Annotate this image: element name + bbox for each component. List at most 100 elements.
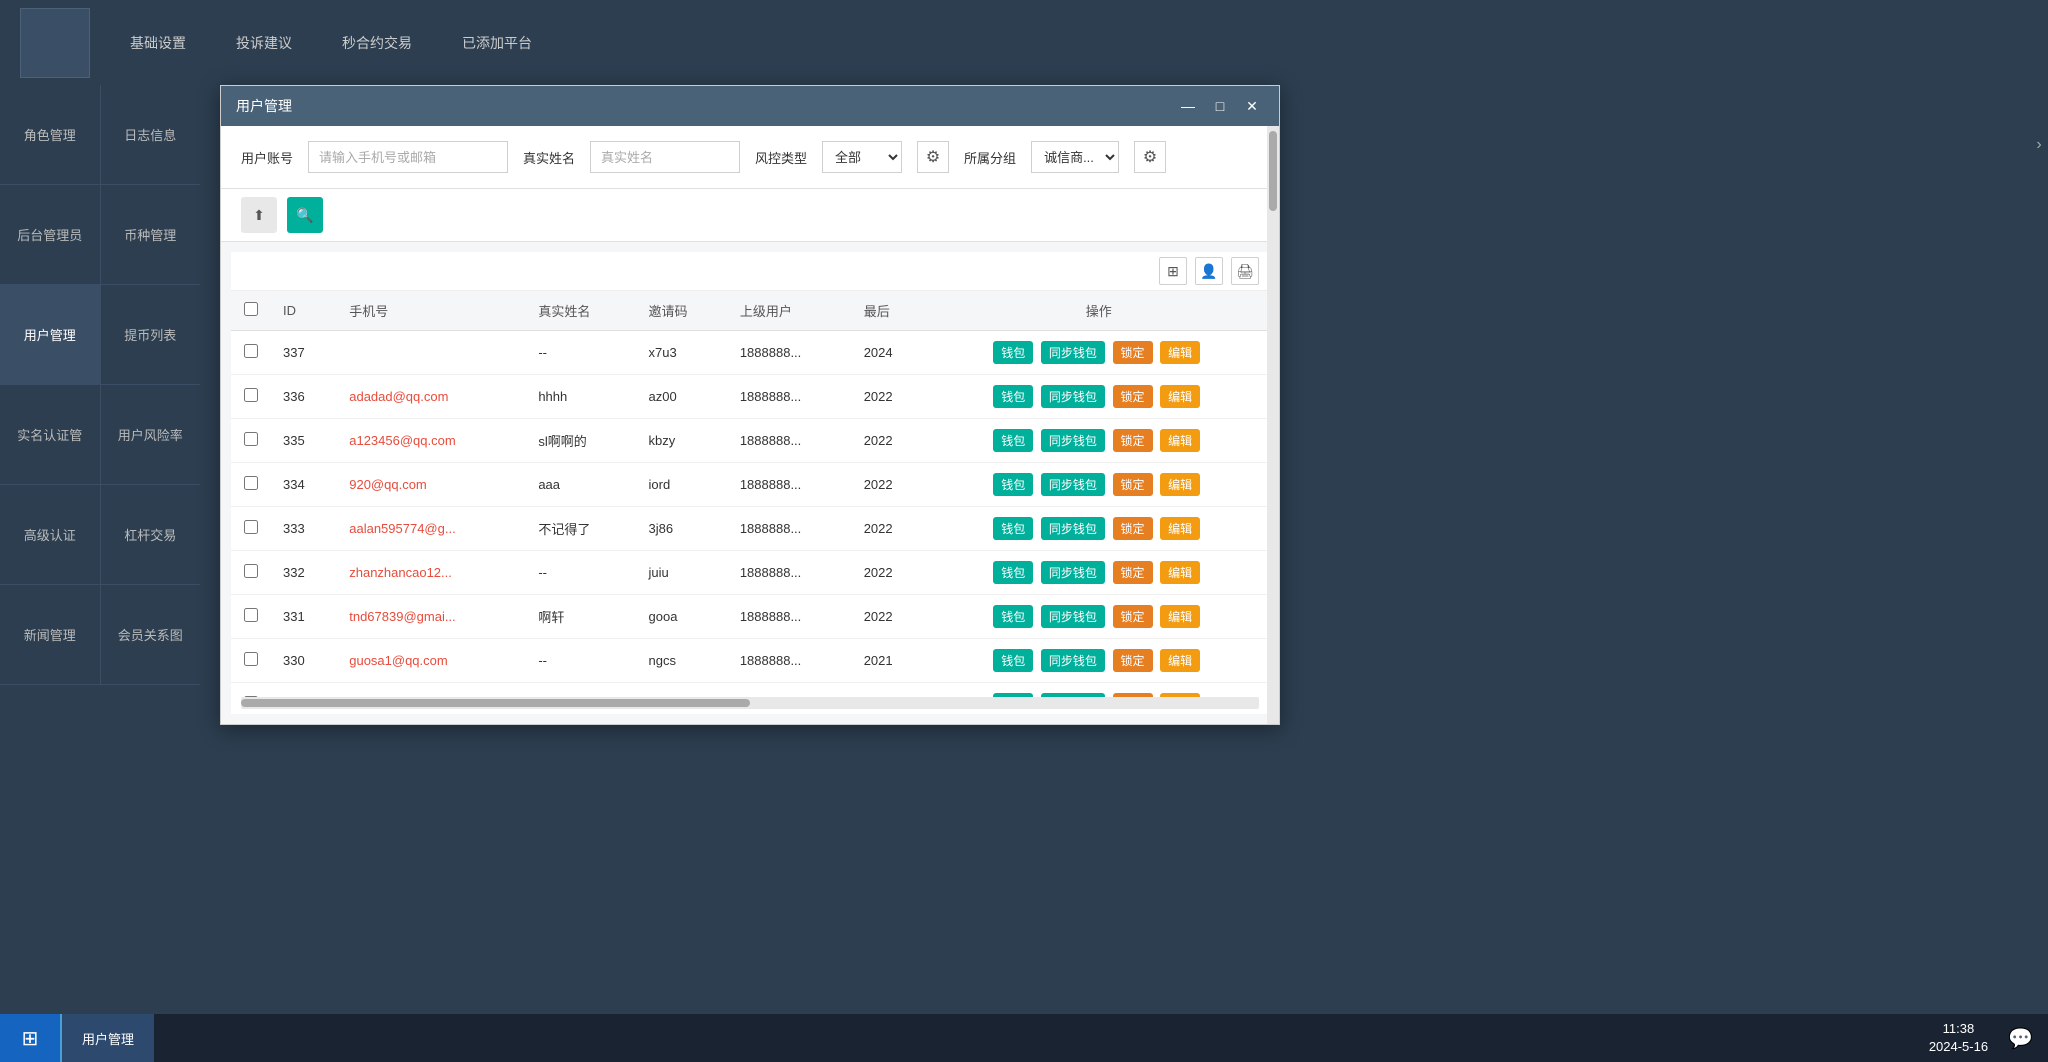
cell-id: 337: [271, 331, 337, 375]
wallet-button[interactable]: 钱包: [993, 473, 1033, 496]
vertical-scrollbar-thumb: [1269, 131, 1277, 211]
side-cell-advanced[interactable]: 高级认证: [0, 485, 101, 584]
row-checkbox[interactable]: [244, 388, 258, 402]
lock-button[interactable]: 锁定: [1113, 341, 1153, 364]
wallet-button[interactable]: 钱包: [993, 649, 1033, 672]
chat-icon[interactable]: 💬: [2008, 1026, 2048, 1051]
cell-invite: iord: [637, 463, 728, 507]
side-cell-risk[interactable]: 用户风险率: [101, 385, 201, 484]
edit-button[interactable]: 编辑: [1160, 561, 1200, 584]
cell-ops: 钱包 同步钱包 锁定 编辑: [928, 507, 1269, 551]
wallet-button[interactable]: 钱包: [993, 341, 1033, 364]
risk-type-gear[interactable]: ⚙: [917, 141, 949, 173]
wallet-button[interactable]: 钱包: [993, 385, 1033, 408]
edit-button[interactable]: 编辑: [1160, 605, 1200, 628]
account-input[interactable]: [308, 141, 508, 173]
grid-view-button[interactable]: ⊞: [1159, 257, 1187, 285]
menu-item-second[interactable]: 秒合约交易: [332, 28, 422, 58]
wallet-button[interactable]: 钱包: [993, 517, 1033, 540]
risk-type-select[interactable]: 全部: [822, 141, 902, 173]
lock-button[interactable]: 锁定: [1113, 649, 1153, 672]
realname-input[interactable]: [590, 141, 740, 173]
minimize-button[interactable]: —: [1176, 94, 1200, 118]
edit-button[interactable]: 编辑: [1160, 385, 1200, 408]
select-all-checkbox[interactable]: [244, 302, 258, 316]
edit-button[interactable]: 编辑: [1160, 473, 1200, 496]
lock-button[interactable]: 锁定: [1113, 429, 1153, 452]
group-select[interactable]: 诚信商...: [1031, 141, 1119, 173]
cell-phone: tnd67839@gmai...: [337, 595, 526, 639]
cell-realname: hhhh: [526, 375, 636, 419]
print-button[interactable]: 🖨: [1231, 257, 1259, 285]
cell-phone: aalan595774@g...: [337, 507, 526, 551]
row-checkbox[interactable]: [244, 432, 258, 446]
user-view-button[interactable]: 👤: [1195, 257, 1223, 285]
sync-wallet-button[interactable]: 同步钱包: [1041, 649, 1105, 672]
edit-button[interactable]: 编辑: [1160, 341, 1200, 364]
side-cell-user[interactable]: 用户管理: [0, 285, 101, 384]
upload-button[interactable]: ⬆: [241, 197, 277, 233]
horizontal-scrollbar[interactable]: [241, 697, 1259, 709]
lock-button[interactable]: 锁定: [1113, 517, 1153, 540]
cell-realname: aaa: [526, 463, 636, 507]
menu-item-basic[interactable]: 基础设置: [120, 28, 196, 58]
lock-button[interactable]: 锁定: [1113, 385, 1153, 408]
sync-wallet-button[interactable]: 同步钱包: [1041, 473, 1105, 496]
search-button[interactable]: 🔍: [287, 197, 323, 233]
side-cell-role[interactable]: 角色管理: [0, 85, 101, 184]
edit-button[interactable]: 编辑: [1160, 517, 1200, 540]
sync-wallet-button[interactable]: 同步钱包: [1041, 341, 1105, 364]
side-row-0: 角色管理 日志信息: [0, 85, 200, 185]
lock-button[interactable]: 锁定: [1113, 605, 1153, 628]
wallet-button[interactable]: 钱包: [993, 561, 1033, 584]
group-gear[interactable]: ⚙: [1134, 141, 1166, 173]
side-cell-withdraw[interactable]: 提币列表: [101, 285, 201, 384]
close-button[interactable]: ✕: [1240, 94, 1264, 118]
cell-ops: 钱包 同步钱包 锁定 编辑: [928, 639, 1269, 683]
taskbar-app-item[interactable]: 用户管理: [60, 1014, 154, 1062]
cell-phone: stiegerjessico42...: [337, 683, 526, 698]
table-scroll[interactable]: ID 手机号 真实姓名 邀请码 上级用户 最后 操作 33: [231, 291, 1269, 697]
side-cell-member[interactable]: 会员关系图: [101, 585, 201, 684]
side-menu: 角色管理 日志信息 后台管理员 币种管理 用户管理 提币列表 实名认证管 用户风…: [0, 85, 200, 1014]
row-checkbox[interactable]: [244, 520, 258, 534]
row-checkbox-cell: [231, 551, 271, 595]
wallet-button[interactable]: 钱包: [993, 429, 1033, 452]
edit-button[interactable]: 编辑: [1160, 649, 1200, 672]
side-cell-admin[interactable]: 后台管理员: [0, 185, 101, 284]
row-checkbox[interactable]: [244, 652, 258, 666]
wallet-button[interactable]: 钱包: [993, 605, 1033, 628]
side-cell-news[interactable]: 新闻管理: [0, 585, 101, 684]
sync-wallet-button[interactable]: 同步钱包: [1041, 561, 1105, 584]
sync-wallet-button[interactable]: 同步钱包: [1041, 429, 1105, 452]
cell-last: 2022: [852, 507, 929, 551]
sync-wallet-button[interactable]: 同步钱包: [1041, 605, 1105, 628]
maximize-button[interactable]: □: [1208, 94, 1232, 118]
cell-last: 2022: [852, 463, 929, 507]
row-checkbox[interactable]: [244, 608, 258, 622]
account-label: 用户账号: [241, 148, 293, 167]
start-button[interactable]: ⊞: [0, 1014, 60, 1062]
lock-button[interactable]: 锁定: [1113, 561, 1153, 584]
cell-phone: guosa1@qq.com: [337, 639, 526, 683]
row-checkbox[interactable]: [244, 564, 258, 578]
collapse-arrow[interactable]: ›: [2029, 130, 2048, 160]
cell-last: 2022: [852, 419, 929, 463]
row-checkbox[interactable]: [244, 344, 258, 358]
sync-wallet-button[interactable]: 同步钱包: [1041, 385, 1105, 408]
row-checkbox[interactable]: [244, 476, 258, 490]
cell-phone: [337, 331, 526, 375]
menu-item-complaint[interactable]: 投诉建议: [226, 28, 302, 58]
side-cell-kyc[interactable]: 实名认证管: [0, 385, 101, 484]
edit-button[interactable]: 编辑: [1160, 429, 1200, 452]
side-cell-leverage[interactable]: 杠杆交易: [101, 485, 201, 584]
table-toolbar: ⊞ 👤 🖨: [231, 252, 1269, 291]
side-cell-coin[interactable]: 币种管理: [101, 185, 201, 284]
side-row-3: 实名认证管 用户风险率: [0, 385, 200, 485]
vertical-scrollbar[interactable]: [1267, 126, 1279, 724]
window-controls: — □ ✕: [1176, 94, 1264, 118]
sync-wallet-button[interactable]: 同步钱包: [1041, 517, 1105, 540]
menu-item-added[interactable]: 已添加平台: [452, 28, 542, 58]
side-cell-log[interactable]: 日志信息: [101, 85, 201, 184]
lock-button[interactable]: 锁定: [1113, 473, 1153, 496]
